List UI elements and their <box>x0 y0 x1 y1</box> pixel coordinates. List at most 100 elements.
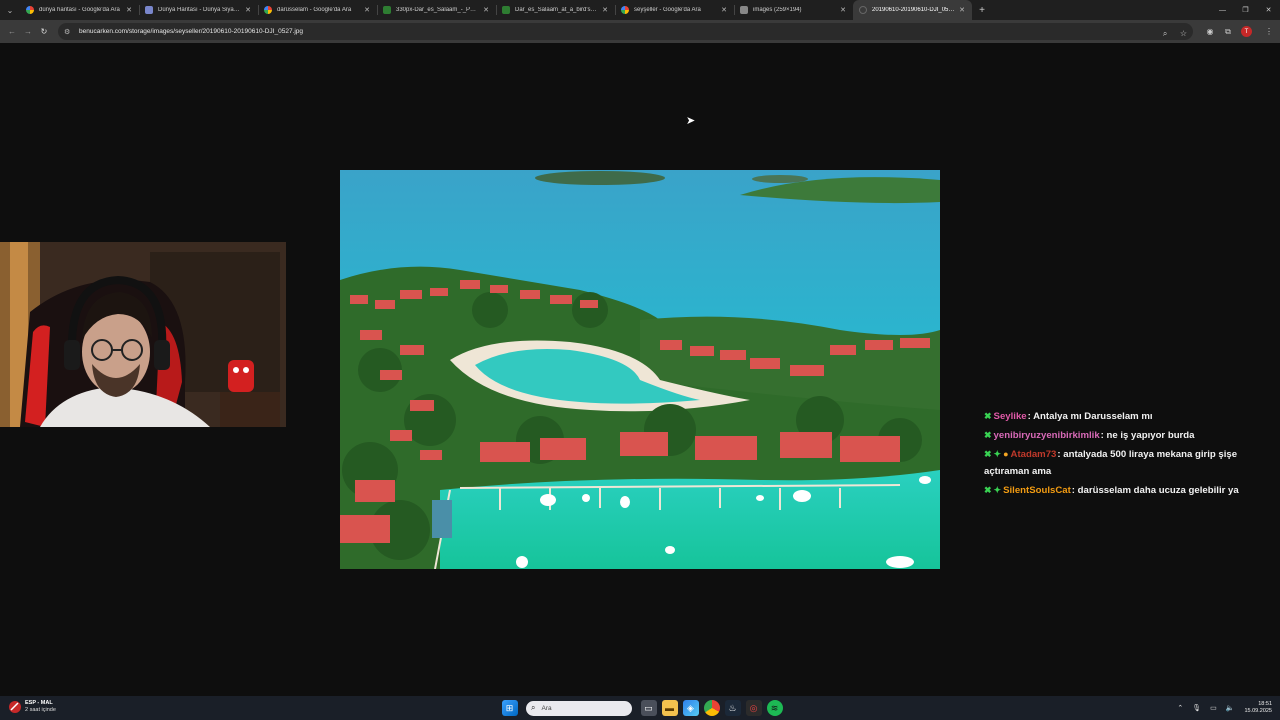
spotify-icon[interactable]: ≋ <box>766 700 783 716</box>
blank-icon <box>859 6 867 14</box>
file-explorer-icon[interactable]: ▬ <box>661 700 678 716</box>
zoom-icon[interactable]: ⌕ <box>1163 29 1167 38</box>
page-viewport: ➤ ✖ Seylike: Antalya mı Darusselam mı ✖ … <box>0 43 1280 696</box>
restore-icon[interactable]: ❐ <box>1234 0 1257 20</box>
sword-badge-icon: ✖ <box>984 484 992 495</box>
tab-close-icon[interactable]: ✕ <box>720 6 728 14</box>
tab-close-icon[interactable]: ✕ <box>125 6 133 14</box>
tab-title: seyşeller - Google'da Ara <box>634 7 701 13</box>
copilot-icon[interactable]: ◈ <box>682 700 699 716</box>
tab-title: darüsselam - Google'da Ara <box>277 7 352 13</box>
start-windows-icon[interactable]: ⊞ <box>501 700 518 716</box>
mouse-cursor-icon: ➤ <box>686 115 696 127</box>
stream-chat-overlay: ✖ Seylike: Antalya mı Darusselam mı ✖ yenib… <box>984 408 1246 501</box>
menu-kebab-icon[interactable]: ⋮ <box>1262 25 1276 39</box>
extension-icon[interactable]: ◉ <box>1203 25 1217 39</box>
google-icon <box>264 6 272 14</box>
close-window-icon[interactable]: ✕ <box>1257 0 1280 20</box>
browser-tab[interactable]: darüsselam - Google'da Ara ✕ <box>258 0 377 20</box>
back-icon[interactable]: ← <box>4 24 20 40</box>
microphone-icon[interactable]: 🎙 <box>1192 704 1201 712</box>
steam-icon[interactable]: ♨ <box>724 700 741 716</box>
extensions-puzzle-icon[interactable]: ⧉ <box>1221 25 1235 39</box>
chat-message: ✖ Seylike: Antalya mı Darusselam mı <box>984 408 1246 426</box>
reload-icon[interactable]: ↻ <box>36 24 52 40</box>
chat-message: ✖ ✦ ● Atadam73: antalyada 500 liraya mekana… <box>984 446 1246 480</box>
tab-search-dropdown-icon[interactable]: ⌄ <box>0 0 20 20</box>
profile-avatar[interactable]: T <box>1241 26 1252 37</box>
browser-tab[interactable]: Dar_es_Salaam_at_a_bird's_view...✕ <box>496 0 615 20</box>
tab-title: Dar_es_Salaam_at_a_bird's_view... <box>515 7 598 13</box>
browser-tab[interactable]: 20190610-20190610-DJI_0527... ✕ <box>853 0 972 20</box>
tab-close-icon[interactable]: ✕ <box>363 6 371 14</box>
volume-icon[interactable]: 🔈 <box>1226 704 1235 712</box>
chrome-icon[interactable] <box>703 700 720 716</box>
weather-widget[interactable]: ESP - MAL 2 saat içinde <box>8 700 56 714</box>
google-icon <box>621 6 629 14</box>
site-info-icon[interactable]: ⚙ <box>64 28 74 36</box>
taskbar-clock[interactable]: 18:51 15.09.2025 <box>1244 701 1272 715</box>
coin-badge-icon: ● <box>1003 449 1009 459</box>
bookmark-star-icon[interactable]: ☆ <box>1180 29 1187 38</box>
new-tab-button[interactable]: + <box>974 5 990 16</box>
tab-title: images (259×194) <box>753 7 802 13</box>
tab-close-icon[interactable]: ✕ <box>482 6 490 14</box>
address-bar[interactable]: ⚙ benucarken.com/storage/images/seyselle… <box>58 23 1193 40</box>
diamond-badge-icon: ✦ <box>993 484 1002 495</box>
task-view-icon[interactable]: ▭ <box>640 700 657 716</box>
tab-close-icon[interactable]: ✕ <box>601 6 609 14</box>
obs-record-icon[interactable]: ◎ <box>745 700 762 716</box>
forward-icon[interactable]: → <box>20 24 36 40</box>
aerial-photo-image[interactable] <box>340 170 940 569</box>
browser-tab[interactable]: images (259×194) ✕ <box>734 0 853 20</box>
tab-title: 20190610-20190610-DJI_0527... <box>872 7 955 13</box>
tab-title: dünya haritası - Google'da Ara <box>39 7 120 13</box>
sports-score-icon <box>9 701 21 713</box>
chat-username[interactable]: Seylike <box>994 411 1027 422</box>
wikipedia-icon <box>502 6 510 14</box>
tab-title: Dünya Haritası - Dünya Siyasi Ha... <box>158 7 241 13</box>
minimize-icon[interactable]: — <box>1211 0 1234 20</box>
taskbar-search-input[interactable]: ⌕ Ara <box>526 700 632 716</box>
chat-message: ✖ ✦ SilentSoulsCat: darüsselam daha ucuza … <box>984 482 1246 500</box>
google-icon <box>26 6 34 14</box>
taskbar-pinned-apps: ⊞ ⌕ Ara ▭ ▬ ◈ ♨ ◎ ≋ <box>499 698 785 718</box>
chat-text: : Antalya mı Darusselam mı <box>1027 411 1153 422</box>
weather-title: ESP - MAL <box>25 700 53 706</box>
chat-username[interactable]: SilentSoulsCat <box>1003 485 1071 496</box>
sword-badge-icon: ✖ <box>984 430 992 440</box>
chat-text: : darüsselam daha ucuza gelebilir ya <box>1071 484 1239 496</box>
browser-tab-strip: ⌄ dünya haritası - Google'da Ara ✕ Dünya H… <box>0 0 1280 20</box>
system-tray: ⌃ 🎙 ▭ 🔈 18:51 15.09.2025 <box>1168 698 1272 718</box>
network-icon[interactable]: ▭ <box>1210 704 1217 712</box>
browser-tab[interactable]: seyşeller - Google'da Ara ✕ <box>615 0 734 20</box>
browser-tab[interactable]: 330px-Dar_es_Salaam_-_Posta... ✕ <box>377 0 496 20</box>
chat-message: ✖ yenibiryuzyenibirkimlik: ne iş yapıyor … <box>984 427 1246 445</box>
chat-text: : ne iş yapıyor burda <box>1100 430 1195 441</box>
weather-subtitle: 2 saat içinde <box>25 707 56 713</box>
tabs-container: dünya haritası - Google'da Ara ✕ Dünya Har… <box>20 0 972 20</box>
image-icon <box>740 6 748 14</box>
tab-title: 330px-Dar_es_Salaam_-_Posta... <box>396 7 479 13</box>
clock-time: 18:51 <box>1258 701 1272 707</box>
browser-tab[interactable]: Dünya Haritası - Dünya Siyasi Ha...✕ <box>139 0 258 20</box>
webcam-feed-image <box>0 242 286 427</box>
diamond-badge-icon: ✦ <box>993 449 1002 459</box>
tab-close-icon[interactable]: ✕ <box>244 6 252 14</box>
wikipedia-icon <box>383 6 391 14</box>
browser-toolbar: ← → ↻ ⚙ benucarken.com/storage/images/se… <box>0 20 1280 43</box>
chat-username[interactable]: yenibiryuzyenibirkimlik <box>994 430 1100 441</box>
tab-close-icon[interactable]: ✕ <box>958 6 966 14</box>
tray-chevron-up-icon[interactable]: ⌃ <box>1177 704 1183 712</box>
windows-taskbar: ESP - MAL 2 saat içinde ⊞ ⌕ Ara ▭ ▬ ◈ ♨ … <box>0 696 1280 720</box>
chat-username[interactable]: Atadam73 <box>1011 449 1057 460</box>
url-text[interactable]: benucarken.com/storage/images/seyseller/… <box>79 28 1155 35</box>
site-icon <box>145 6 153 14</box>
browser-tab[interactable]: dünya haritası - Google'da Ara ✕ <box>20 0 139 20</box>
search-icon: ⌕ <box>531 703 536 712</box>
tab-close-icon[interactable]: ✕ <box>839 6 847 14</box>
sword-badge-icon: ✖ <box>984 449 992 459</box>
clock-date: 15.09.2025 <box>1244 708 1272 714</box>
window-controls: — ❐ ✕ <box>1211 0 1280 20</box>
sword-badge-icon: ✖ <box>984 411 992 421</box>
